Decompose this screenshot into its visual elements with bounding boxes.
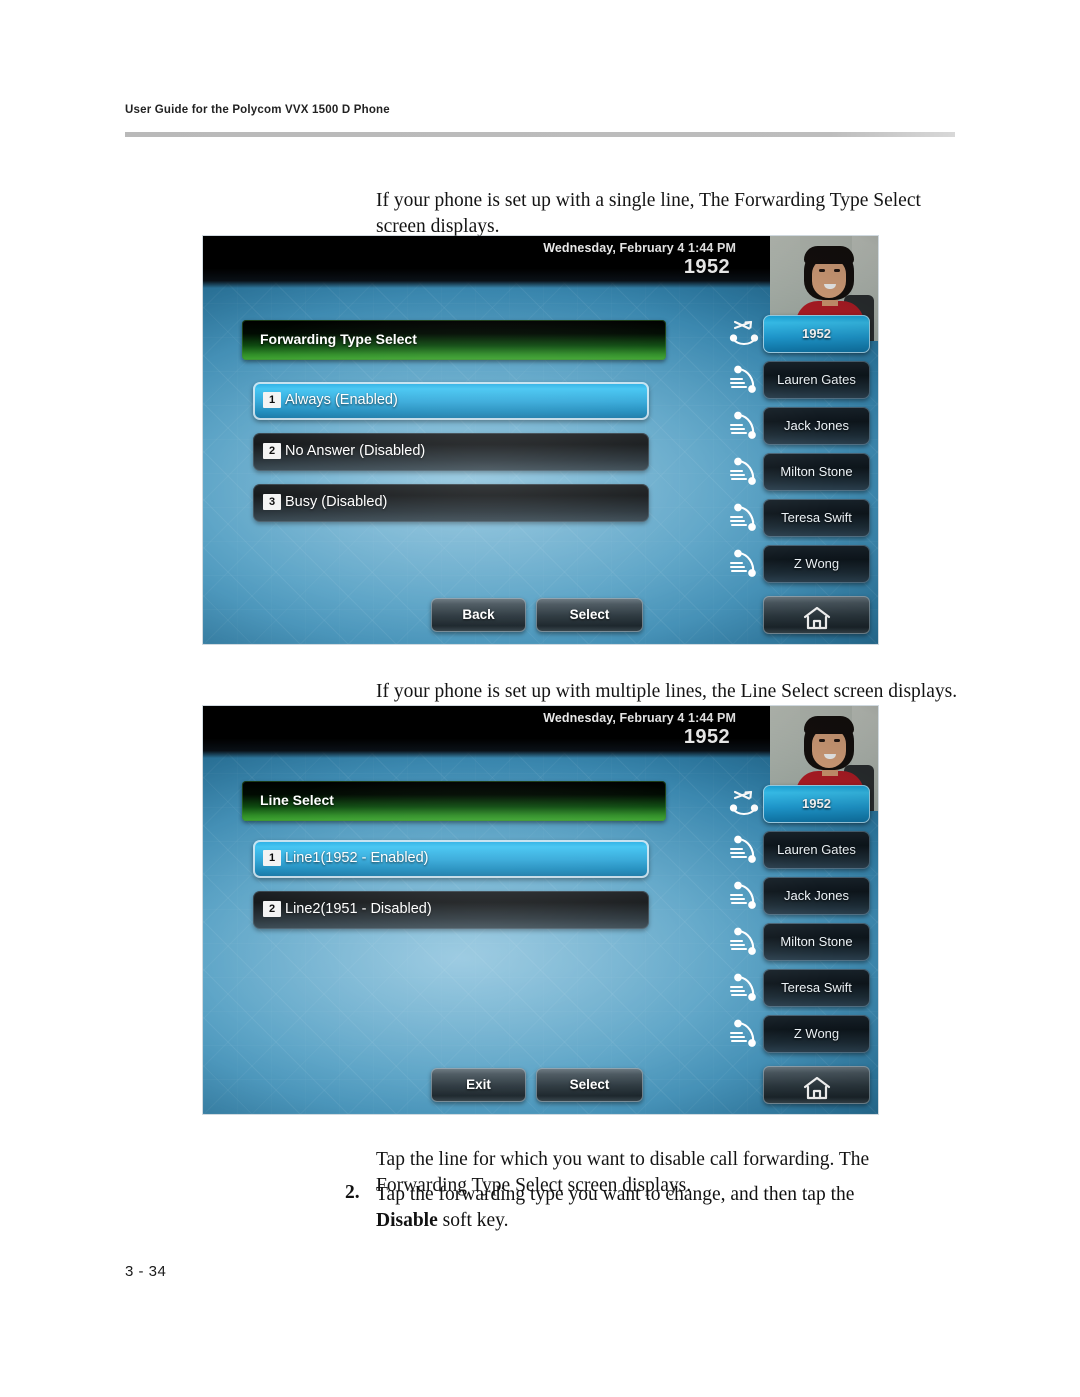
status-extension: 1952: [683, 256, 730, 278]
line-key-label: 1952: [802, 326, 831, 341]
handset-icon: [729, 411, 761, 441]
home-button[interactable]: [763, 1066, 870, 1104]
handset-icon: [729, 1019, 761, 1049]
line-key-lauren-gates[interactable]: Lauren Gates: [729, 361, 870, 399]
menu-item-label: Busy (Disabled): [285, 494, 388, 510]
status-date-time: Wednesday, February 4 1:44 PM: [543, 711, 736, 725]
home-button[interactable]: [763, 596, 870, 634]
menu-item-index: 1: [263, 850, 281, 866]
line-key-1952[interactable]: 1952: [729, 785, 870, 823]
line-key-jack-jones[interactable]: Jack Jones: [729, 877, 870, 915]
step-2-text: Tap the forwarding type you want to chan…: [376, 1182, 885, 1234]
menu-item-index: 1: [263, 392, 281, 408]
line-key-label: Teresa Swift: [781, 980, 852, 995]
header-rule: [125, 132, 955, 137]
menu-item-label: No Answer (Disabled): [285, 443, 426, 459]
soft-key-select[interactable]: Select: [536, 1068, 643, 1102]
line-key-teresa-swift[interactable]: Teresa Swift: [729, 969, 870, 1007]
soft-key-exit[interactable]: Exit: [431, 1068, 526, 1102]
soft-key-back[interactable]: Back: [431, 598, 526, 632]
line-key-teresa-swift[interactable]: Teresa Swift: [729, 499, 870, 537]
running-head: User Guide for the Polycom VVX 1500 D Ph…: [125, 104, 390, 116]
line-key-jack-jones[interactable]: Jack Jones: [729, 407, 870, 445]
screen-title: Line Select: [260, 792, 334, 808]
line-key-label: Milton Stone: [780, 934, 853, 949]
handset-icon: [729, 549, 761, 579]
line-key-milton-stone[interactable]: Milton Stone: [729, 453, 870, 491]
step-2-text-a: Tap the forwarding type you want to chan…: [376, 1184, 855, 1205]
line-key-label: Teresa Swift: [781, 510, 852, 525]
phone-screenshot-forwarding-type-select: Wednesday, February 4 1:44 PM 1952 Forwa…: [203, 236, 878, 644]
paragraph-multiple-lines: If your phone is set up with multiple li…: [376, 680, 958, 702]
status-date-time: Wednesday, February 4 1:44 PM: [543, 241, 736, 255]
line-key-lauren-gates[interactable]: Lauren Gates: [729, 831, 870, 869]
menu-item-busy[interactable]: 3 Busy (Disabled): [253, 484, 649, 522]
line-key-label: Z Wong: [793, 1026, 840, 1041]
call-forward-icon: [729, 789, 761, 819]
menu-item-line2[interactable]: 2 Line2(1951 - Disabled): [253, 891, 649, 929]
line-key-1952[interactable]: 1952: [729, 315, 870, 353]
line-key-z-wong[interactable]: Z Wong: [729, 545, 870, 583]
soft-key-select[interactable]: Select: [536, 598, 643, 632]
handset-icon: [729, 503, 761, 533]
soft-key-label: Back: [462, 607, 495, 622]
status-extension: 1952: [683, 726, 730, 748]
soft-key-label: Select: [569, 1077, 610, 1092]
paragraph-single-line: If your phone is set up with a single li…: [376, 189, 921, 237]
line-key-label: Jack Jones: [783, 888, 850, 903]
home-icon: [763, 605, 870, 634]
screen-title-banner: Forwarding Type Select: [242, 320, 666, 360]
soft-key-label: Exit: [466, 1077, 491, 1092]
handset-icon: [729, 835, 761, 865]
line-key-z-wong[interactable]: Z Wong: [729, 1015, 870, 1053]
handset-icon: [729, 365, 761, 395]
menu-item-index: 2: [263, 901, 281, 917]
menu-item-index: 3: [263, 494, 281, 510]
screen-title: Forwarding Type Select: [260, 331, 417, 347]
handset-icon: [729, 973, 761, 1003]
soft-key-label: Select: [569, 607, 610, 622]
step-2-number: 2.: [345, 1182, 360, 1203]
menu-item-no-answer[interactable]: 2 No Answer (Disabled): [253, 433, 649, 471]
menu-item-label: Line2(1951 - Disabled): [285, 901, 432, 917]
line-key-label: Lauren Gates: [777, 372, 856, 387]
menu-item-label: Line1(1952 - Enabled): [285, 850, 429, 866]
line-key-label: Jack Jones: [783, 418, 850, 433]
handset-icon: [729, 927, 761, 957]
menu-item-always[interactable]: 1 Always (Enabled): [253, 382, 649, 420]
screen-title-banner: Line Select: [242, 781, 666, 821]
step-2-bold-term: Disable: [376, 1210, 438, 1231]
step-2-text-b: soft key.: [437, 1210, 509, 1231]
line-key-milton-stone[interactable]: Milton Stone: [729, 923, 870, 961]
line-key-label: Lauren Gates: [777, 842, 856, 857]
line-key-label: 1952: [802, 796, 831, 811]
home-icon: [763, 1075, 870, 1104]
menu-item-line1[interactable]: 1 Line1(1952 - Enabled): [253, 840, 649, 878]
line-key-label: Milton Stone: [780, 464, 853, 479]
menu-item-label: Always (Enabled): [285, 392, 398, 408]
menu-item-index: 2: [263, 443, 281, 459]
handset-icon: [729, 457, 761, 487]
phone-screenshot-line-select: Wednesday, February 4 1:44 PM 1952 Line …: [203, 706, 878, 1114]
line-key-label: Z Wong: [793, 556, 840, 571]
handset-icon: [729, 881, 761, 911]
call-forward-icon: [729, 319, 761, 349]
page-number: 3 - 34: [125, 1263, 167, 1280]
step-2: 2. Tap the forwarding type you want to c…: [345, 1182, 885, 1234]
